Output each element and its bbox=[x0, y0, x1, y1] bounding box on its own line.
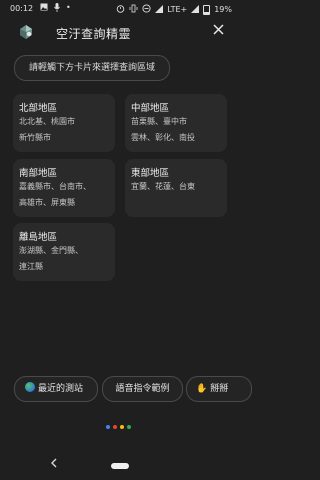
region-card-central[interactable]: 中部地區 苗栗縣、臺中市 雲林、彰化、南投 bbox=[125, 94, 227, 152]
back-icon bbox=[51, 458, 57, 468]
image-icon bbox=[40, 3, 48, 13]
dnd-icon bbox=[142, 4, 151, 15]
app-logo-icon bbox=[18, 24, 34, 40]
region-line: 高雄市、屏東縣 bbox=[19, 198, 75, 207]
assistant-dots bbox=[106, 425, 136, 431]
wave-hand-icon: ✋ bbox=[196, 384, 208, 394]
region-card-islands[interactable]: 離島地區 澎湖縣、金門縣、 連江縣 bbox=[13, 223, 115, 281]
alarm-icon bbox=[116, 4, 125, 15]
suggestion-chip-voice-examples[interactable]: 語音指令範例 bbox=[102, 376, 183, 402]
vibrate-icon bbox=[129, 4, 138, 15]
signal-icon-2 bbox=[191, 4, 200, 15]
status-bar: 00:12 • LTE+ 19% bbox=[0, 0, 240, 18]
region-line: 雲林、彰化、南投 bbox=[131, 133, 195, 142]
region-title: 南部地區 bbox=[19, 168, 58, 179]
suggestion-chip-nearest-station[interactable]: 最近的測站 bbox=[14, 376, 98, 402]
hint-chip: 請輕觸下方卡片來選擇查詢區域 bbox=[14, 55, 170, 81]
dot-icon: • bbox=[66, 3, 71, 12]
dot-green bbox=[127, 425, 131, 429]
region-title: 東部地區 bbox=[131, 168, 170, 179]
close-button[interactable] bbox=[210, 23, 226, 39]
battery-percent: 19% bbox=[214, 5, 232, 14]
suggestion-chip-bye[interactable]: ✋ 掰掰 bbox=[186, 376, 252, 402]
region-card-north[interactable]: 北部地區 北北基、桃園市 新竹縣市 bbox=[13, 94, 115, 152]
dot-red bbox=[113, 425, 117, 429]
region-line: 連江縣 bbox=[19, 262, 43, 271]
dot-blue bbox=[106, 425, 110, 429]
region-line: 澎湖縣、金門縣、 bbox=[19, 246, 83, 255]
globe-icon bbox=[25, 382, 35, 392]
region-line: 宜蘭、花蓮、台東 bbox=[131, 182, 195, 191]
home-button[interactable] bbox=[111, 463, 129, 469]
region-line: 北北基、桃園市 bbox=[19, 117, 75, 126]
suggestion-chips: 最近的測站 語音指令範例 ✋ 掰掰 bbox=[0, 376, 252, 402]
close-icon bbox=[212, 24, 224, 35]
network-type: LTE+ bbox=[167, 5, 188, 14]
region-card-east[interactable]: 東部地區 宜蘭、花蓮、台東 bbox=[125, 159, 227, 217]
battery-icon bbox=[203, 4, 211, 15]
region-title: 離島地區 bbox=[19, 232, 58, 243]
region-title: 北部地區 bbox=[19, 103, 58, 114]
navigation-bar bbox=[0, 455, 240, 480]
status-right: LTE+ 19% bbox=[116, 4, 232, 15]
region-line: 苗栗縣、臺中市 bbox=[131, 117, 187, 126]
mic-icon bbox=[54, 3, 60, 14]
back-button[interactable] bbox=[50, 457, 58, 471]
region-line: 新竹縣市 bbox=[19, 133, 51, 142]
chip-label: 最近的測站 bbox=[38, 384, 84, 394]
region-card-south[interactable]: 南部地區 嘉義縣市、台南市、 高雄市、屏東縣 bbox=[13, 159, 115, 217]
chip-label: 掰掰 bbox=[210, 384, 229, 394]
signal-icon bbox=[155, 4, 164, 15]
page-title: 空汙查詢精靈 bbox=[56, 27, 132, 41]
chip-label: 語音指令範例 bbox=[115, 384, 170, 394]
status-time: 00:12 bbox=[10, 4, 34, 13]
app-header: 空汙查詢精靈 bbox=[0, 20, 240, 46]
region-title: 中部地區 bbox=[131, 103, 170, 114]
dot-yellow bbox=[120, 425, 124, 429]
region-line: 嘉義縣市、台南市、 bbox=[19, 182, 91, 191]
